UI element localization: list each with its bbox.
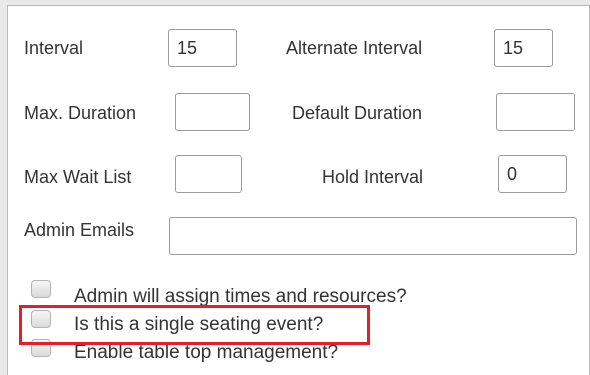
max-wait-list-label: Max Wait List <box>24 167 132 187</box>
interval-label: Interval <box>24 38 84 58</box>
max-duration-label: Max. Duration <box>24 103 137 123</box>
hold-interval-label: Hold Interval <box>322 167 424 187</box>
admin-emails-input[interactable] <box>169 217 577 255</box>
default-duration-label: Default Duration <box>292 103 423 123</box>
interval-input[interactable] <box>168 29 237 67</box>
max-duration-input[interactable] <box>175 93 250 131</box>
single-seating-highlight-box <box>19 305 370 345</box>
alternate-interval-input[interactable] <box>494 29 553 67</box>
table-top-label: Enable table top management? <box>74 342 339 363</box>
max-wait-list-input[interactable] <box>175 155 242 193</box>
default-duration-input[interactable] <box>496 93 575 131</box>
assign-times-checkbox[interactable] <box>31 280 51 298</box>
admin-emails-label: Admin Emails <box>24 220 135 240</box>
alternate-interval-label: Alternate Interval <box>286 38 423 58</box>
hold-interval-input[interactable] <box>498 155 567 193</box>
settings-screenshot: Interval Alternate Interval Max. Duratio… <box>0 0 590 375</box>
